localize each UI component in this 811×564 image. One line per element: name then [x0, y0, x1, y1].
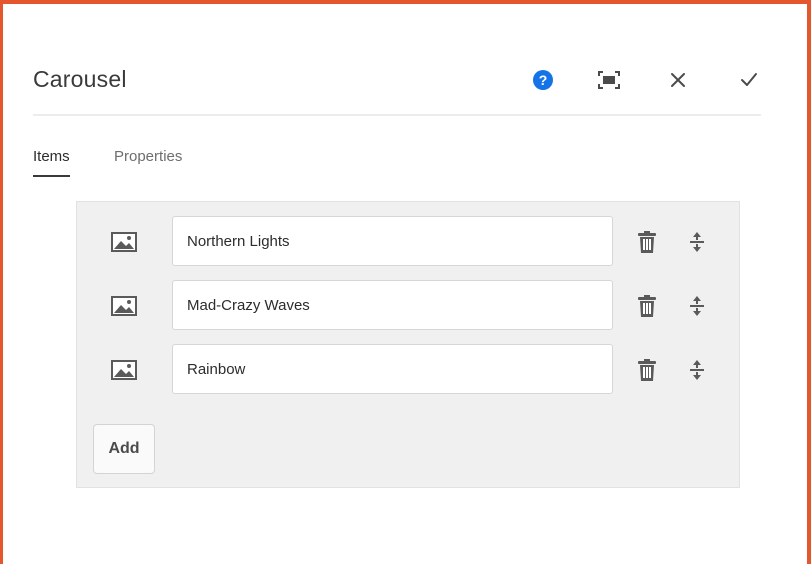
- list-item: [77, 280, 739, 332]
- help-icon: ?: [533, 70, 553, 90]
- trash-icon: [638, 359, 656, 381]
- item-title-input[interactable]: [172, 344, 613, 394]
- close-icon: [671, 73, 685, 87]
- delete-button[interactable]: [635, 294, 659, 318]
- dialog-title: Carousel: [33, 66, 127, 92]
- help-button[interactable]: ?: [527, 64, 559, 96]
- dialog: Carousel ? Items Properties Northern Lig…: [3, 4, 807, 564]
- list-item: [77, 344, 739, 396]
- close-button[interactable]: [662, 64, 694, 96]
- trash-icon: [638, 295, 656, 317]
- tab-items[interactable]: Items: [33, 148, 70, 177]
- reorder-handle[interactable]: [685, 358, 709, 382]
- image-icon: [111, 359, 137, 381]
- drag-handle-icon: [690, 296, 704, 316]
- add-button[interactable]: Add: [93, 424, 155, 474]
- reorder-handle[interactable]: [685, 294, 709, 318]
- image-icon: [111, 295, 137, 317]
- drag-handle-icon: [690, 360, 704, 380]
- dialog-header: Carousel ?: [33, 52, 761, 116]
- list-item: [77, 216, 739, 268]
- tab-properties[interactable]: Properties: [114, 148, 182, 165]
- reorder-handle[interactable]: [685, 230, 709, 254]
- image-icon: [111, 231, 137, 253]
- item-title-input[interactable]: [172, 216, 613, 266]
- fullscreen-icon: [598, 71, 620, 89]
- check-icon: [741, 73, 757, 86]
- trash-icon: [638, 231, 656, 253]
- delete-button[interactable]: [635, 358, 659, 382]
- done-button[interactable]: [733, 64, 765, 96]
- fullscreen-button[interactable]: [593, 64, 625, 96]
- drag-handle-icon: [690, 232, 704, 252]
- items-panel: Add: [76, 201, 740, 488]
- delete-button[interactable]: [635, 230, 659, 254]
- item-title-input[interactable]: [172, 280, 613, 330]
